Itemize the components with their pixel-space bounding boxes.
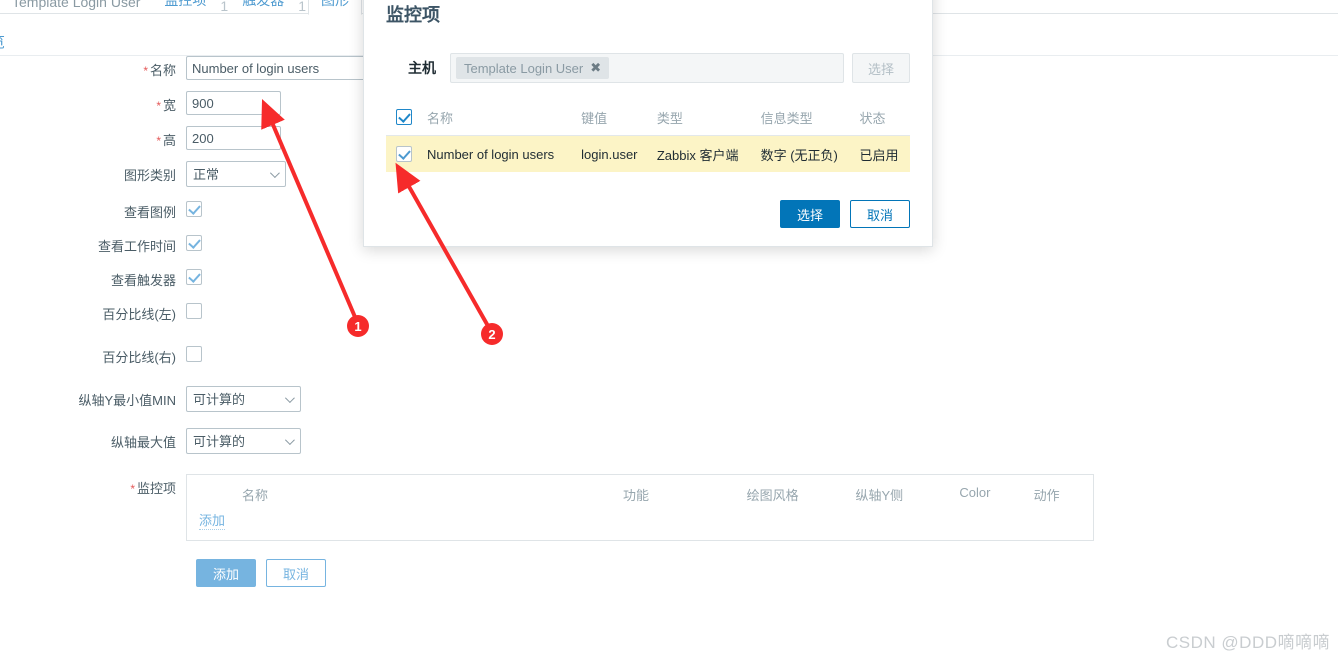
row-name[interactable]: Number of login users [421,136,575,173]
modal-body: 主机 Template Login User ✖ 选择 名称 键值 类型 信息类… [364,33,932,186]
form-actions: 添加 取消 [196,559,1120,587]
field-row-ymax: 纵轴最大值 可计算的 [0,428,1120,454]
label-graph-type: 图形类别 [123,168,176,183]
items-table: 名称 功能 绘图风格 纵轴Y侧 Color 动作 添加 [186,474,1094,541]
field-row-items: * 监控项 名称 功能 绘图风格 纵轴Y侧 Color 动作 添加 [0,474,1120,541]
field-row-percentile-left: 百分比线(左) [0,300,1120,323]
breadcrumb-overview-link[interactable]: 览 [0,31,5,52]
items-table-header: 名称 功能 绘图风格 纵轴Y侧 Color 动作 [187,483,1093,510]
graph-type-select-wrap: 正常 [186,161,286,187]
col-type: 类型 [650,99,755,136]
modal-items-table: 名称 键值 类型 信息类型 状态 Number of login users l… [386,99,910,172]
row-value-type: 数字 (无正负) [760,147,838,163]
required-marker: * [156,134,161,148]
label-show-triggers: 查看触发器 [110,273,176,288]
template-name-label: Template Login User [12,0,141,10]
row-checkbox[interactable] [396,146,412,162]
height-input[interactable] [186,126,281,150]
host-label: 主机 [408,60,436,76]
col-status: 状态 [853,99,910,136]
host-chip-label: Template Login User [464,60,584,76]
ymin-select-wrap: 可计算的 [186,386,301,412]
host-select-button[interactable]: 选择 [852,53,910,83]
items-col-color: Color [959,485,991,500]
submit-button[interactable]: 添加 [196,559,256,587]
modal-cancel-button[interactable]: 取消 [850,200,910,228]
close-icon[interactable]: ✖ [590,60,601,76]
field-row-percentile-right: 百分比线(右) [0,343,1120,366]
select-all-checkbox[interactable] [396,109,412,125]
required-marker: * [143,64,148,78]
field-row-triggers: 查看触发器 [0,266,1120,289]
graph-type-select[interactable]: 正常 [186,161,286,187]
modal-title: 监控项 [386,5,440,25]
items-col-name: 名称 [242,488,269,503]
host-chip: Template Login User ✖ [456,57,610,79]
field-row-ymin: 纵轴Y最小值MIN 可计算的 [0,386,1120,412]
watermark: CSDN @DDD嘀嘀嘀 [1166,633,1330,652]
row-key: login.user [581,146,638,162]
items-col-function: 功能 [622,488,649,503]
label-name: * 名称 [143,63,176,78]
status-badge: 已启用 [859,147,899,163]
select-all-cell [386,99,421,136]
table-header-row: 名称 键值 类型 信息类型 状态 [386,99,910,136]
label-show-legend: 查看图例 [123,205,176,220]
label-percentile-right: 百分比线(右) [102,350,176,365]
tab-graphs[interactable]: 图形 [308,0,362,15]
row-type: Zabbix 客户端 [656,147,739,163]
ymax-select-wrap: 可计算的 [186,428,301,454]
item-select-modal: 监控项 主机 Template Login User ✖ 选择 名称 键值 类型… [363,0,933,247]
items-col-draw-style: 绘图风格 [746,488,799,503]
label-items: * 监控项 [130,481,176,496]
tab-separator-1: 1 [220,0,229,14]
col-value-type: 信息类型 [754,99,854,136]
ymax-select[interactable]: 可计算的 [186,428,301,454]
tab-triggers[interactable]: 触发器 [230,0,296,14]
host-multiselect[interactable]: Template Login User ✖ [450,53,844,83]
modal-confirm-button[interactable]: 选择 [780,200,840,228]
items-col-action: 动作 [1033,488,1060,503]
label-ymax: 纵轴最大值 [110,435,176,450]
show-working-time-checkbox[interactable] [186,235,202,251]
label-percentile-left: 百分比线(左) [102,307,176,322]
required-marker: * [130,482,135,496]
label-working-time: 查看工作时间 [97,239,176,254]
required-marker: * [156,99,161,113]
modal-header: 监控项 [364,0,932,33]
host-row: 主机 Template Login User ✖ 选择 [386,53,910,83]
tab-items[interactable]: 监控项 [152,0,218,14]
percentile-left-checkbox[interactable] [186,303,202,319]
table-row[interactable]: Number of login users login.user Zabbix … [386,135,910,173]
percentile-right-checkbox[interactable] [186,346,202,362]
label-width: * 宽 [156,98,176,113]
ymin-select[interactable]: 可计算的 [186,386,301,412]
cancel-button[interactable]: 取消 [266,559,326,587]
width-input[interactable] [186,91,281,115]
items-col-yaxis-side: 纵轴Y侧 [855,488,904,503]
show-legend-checkbox[interactable] [186,201,202,217]
col-name: 名称 [421,99,576,136]
col-key: 键值 [575,99,651,136]
items-add-link[interactable]: 添加 [199,510,226,530]
tab-separator-2: 1 [298,0,306,14]
show-triggers-checkbox[interactable] [186,269,202,285]
label-ymin: 纵轴Y最小值MIN [78,393,176,408]
modal-footer: 选择 取消 [364,186,932,246]
row-select-cell [386,136,421,173]
app-root: Template Login User 监控项 1 触发器 1 图形 览 *名称… [0,0,1338,663]
label-height: * 高 [156,133,176,148]
